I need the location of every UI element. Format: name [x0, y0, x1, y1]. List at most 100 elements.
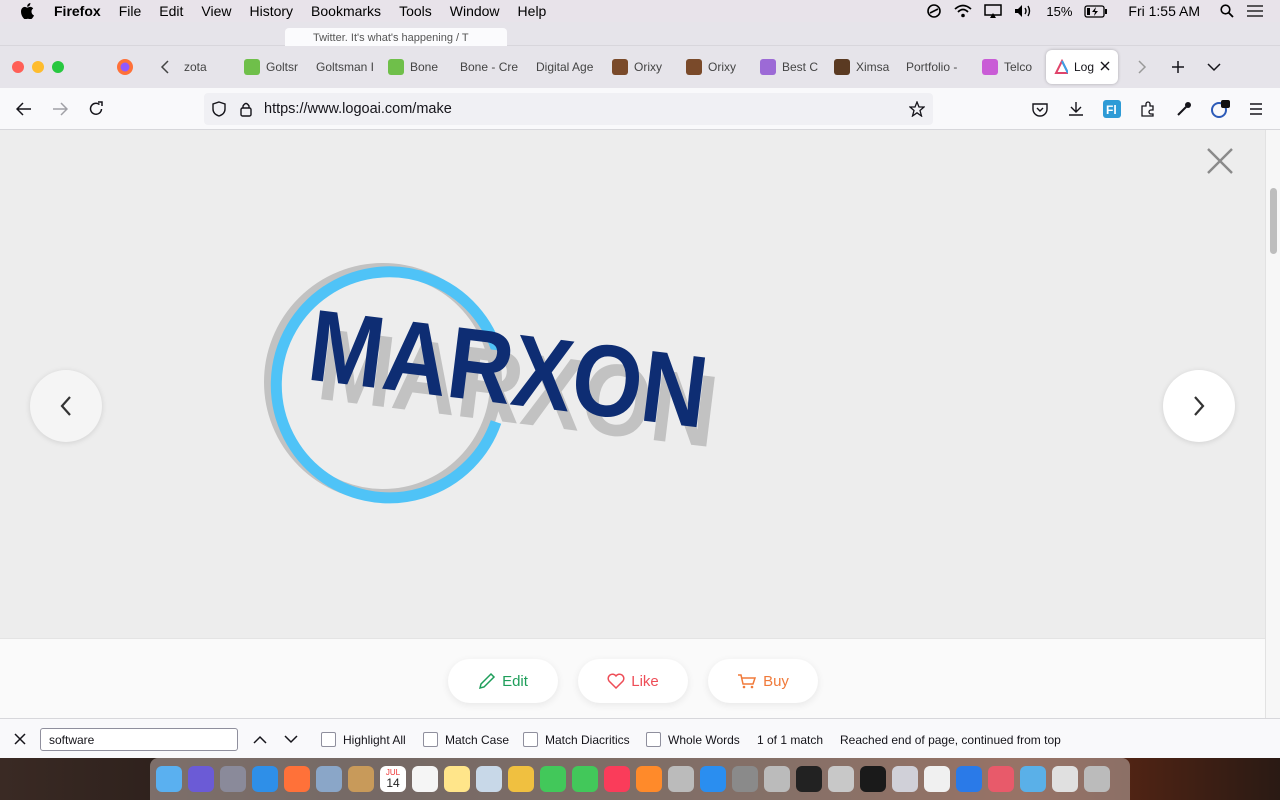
app-menu[interactable]: Firefox [54, 0, 110, 22]
tab-item[interactable]: Digital Age [528, 50, 604, 84]
app-menu-hamburger-icon[interactable] [1238, 93, 1274, 125]
menu-window[interactable]: Window [441, 0, 509, 22]
trash-icon[interactable] [1084, 766, 1110, 792]
volume-icon[interactable] [1008, 0, 1040, 22]
menu-history[interactable]: History [240, 0, 302, 22]
contacts-icon[interactable] [348, 766, 374, 792]
menu-edit[interactable]: Edit [150, 0, 192, 22]
reload-icon[interactable] [78, 93, 114, 125]
scroll-tabs-right-icon[interactable] [1124, 51, 1160, 83]
airplay-icon[interactable] [978, 0, 1008, 22]
tab-item[interactable]: Bone [380, 50, 452, 84]
system-preferences-icon[interactable] [732, 766, 758, 792]
activity-monitor-icon[interactable] [860, 766, 886, 792]
list-all-tabs-chevron-down-icon[interactable] [1196, 51, 1232, 83]
background-tab-twitter[interactable]: Twitter. It's what's happening / T [285, 28, 507, 48]
tab-active-logoai[interactable]: Log [1046, 50, 1118, 84]
menubar-clock[interactable]: Fri 1:55 AM [1114, 0, 1214, 22]
focus-status-icon[interactable] [920, 0, 948, 22]
new-tab-plus-icon[interactable] [1160, 51, 1196, 83]
tab-item[interactable]: Goltsman I [308, 50, 380, 84]
checkbox-box[interactable] [423, 732, 438, 747]
music-icon[interactable] [604, 766, 630, 792]
lock-icon[interactable] [234, 93, 258, 125]
tab-item[interactable]: Best C [752, 50, 826, 84]
tab-item[interactable]: Telco [974, 50, 1042, 84]
checkbox-box[interactable] [523, 732, 538, 747]
fl-extension-icon[interactable]: Fl [1094, 93, 1130, 125]
wifi-icon[interactable] [948, 0, 978, 22]
firefox-view-icon[interactable] [110, 51, 140, 83]
safari-icon[interactable] [252, 766, 278, 792]
tab-item[interactable]: Portfolio - [898, 50, 974, 84]
tab-item[interactable]: Bone - Cre [452, 50, 528, 84]
reminders-icon[interactable] [412, 766, 438, 792]
page-scrollbar[interactable] [1265, 130, 1280, 718]
menu-bookmarks[interactable]: Bookmarks [302, 0, 390, 22]
tab-item[interactable]: Orixy [604, 50, 678, 84]
edit-button[interactable]: Edit [448, 659, 558, 703]
tab-item[interactable]: Ximsa [826, 50, 898, 84]
forward-arrow-icon[interactable] [42, 93, 78, 125]
tab-item[interactable]: Orixy [678, 50, 752, 84]
facetime-icon[interactable] [572, 766, 598, 792]
highlight-all-checkbox[interactable]: Highlight All [321, 732, 406, 747]
find-input[interactable]: software [40, 728, 238, 751]
scroll-tabs-left-icon[interactable] [154, 51, 176, 83]
finder-icon[interactable] [156, 766, 182, 792]
extensions-puzzle-icon[interactable] [1130, 93, 1166, 125]
battery-icon[interactable] [1078, 0, 1114, 22]
account-extension-icon[interactable] [1202, 93, 1238, 125]
help-icon[interactable] [668, 766, 694, 792]
downloads-icon[interactable] [1058, 93, 1094, 125]
like-button[interactable]: Like [578, 659, 688, 703]
spotlight-search-icon[interactable] [1214, 0, 1240, 22]
url-text[interactable]: https://www.logoai.com/make [264, 101, 452, 117]
firefox-icon[interactable] [284, 766, 310, 792]
help-icon[interactable] [764, 766, 790, 792]
bookmark-star-icon[interactable] [901, 93, 933, 125]
next-logo-button[interactable] [1163, 370, 1235, 442]
vscode-icon[interactable] [956, 766, 982, 792]
textedit-icon[interactable] [924, 766, 950, 792]
tab-item[interactable]: zota [176, 50, 236, 84]
preview-icon[interactable] [316, 766, 342, 792]
back-arrow-icon[interactable] [6, 93, 42, 125]
calendar-icon[interactable]: JUL 14 [380, 766, 406, 792]
notes-icon[interactable] [444, 766, 470, 792]
window-icon[interactable] [1052, 766, 1078, 792]
tracking-protection-shield-icon[interactable] [204, 93, 234, 125]
books-icon[interactable] [636, 766, 662, 792]
previous-logo-button[interactable] [30, 370, 102, 442]
menu-file[interactable]: File [110, 0, 151, 22]
match-diacritics-checkbox[interactable]: Match Diacritics [523, 732, 630, 747]
control-center-icon[interactable] [1240, 0, 1270, 22]
find-next-chevron-down-icon[interactable] [275, 723, 307, 755]
minimize-window-button[interactable] [32, 61, 44, 73]
terminal-icon[interactable] [796, 766, 822, 792]
apple-menu-icon[interactable] [0, 3, 54, 19]
checkbox-box[interactable] [321, 732, 336, 747]
photos-icon[interactable] [508, 766, 534, 792]
messages-icon[interactable] [540, 766, 566, 792]
menu-tools[interactable]: Tools [390, 0, 441, 22]
eyedropper-icon[interactable] [1166, 93, 1202, 125]
match-case-checkbox[interactable]: Match Case [423, 732, 509, 747]
find-previous-chevron-up-icon[interactable] [244, 723, 276, 755]
close-window-button[interactable] [12, 61, 24, 73]
pocket-icon[interactable] [1022, 93, 1058, 125]
checkbox-box[interactable] [646, 732, 661, 747]
menu-help[interactable]: Help [509, 0, 556, 22]
zoom-window-button[interactable] [52, 61, 64, 73]
folder-icon[interactable] [1020, 766, 1046, 792]
siri-icon[interactable] [188, 766, 214, 792]
screenshot-icon[interactable] [828, 766, 854, 792]
close-modal-icon[interactable] [1205, 146, 1235, 176]
disk-utility-icon[interactable] [892, 766, 918, 792]
close-tab-icon[interactable] [1100, 60, 1110, 74]
app-store-icon[interactable] [700, 766, 726, 792]
scrollbar-thumb[interactable] [1270, 188, 1277, 254]
buy-button[interactable]: Buy [708, 659, 818, 703]
tab-item[interactable]: Goltsr [236, 50, 308, 84]
launchpad-icon[interactable] [220, 766, 246, 792]
